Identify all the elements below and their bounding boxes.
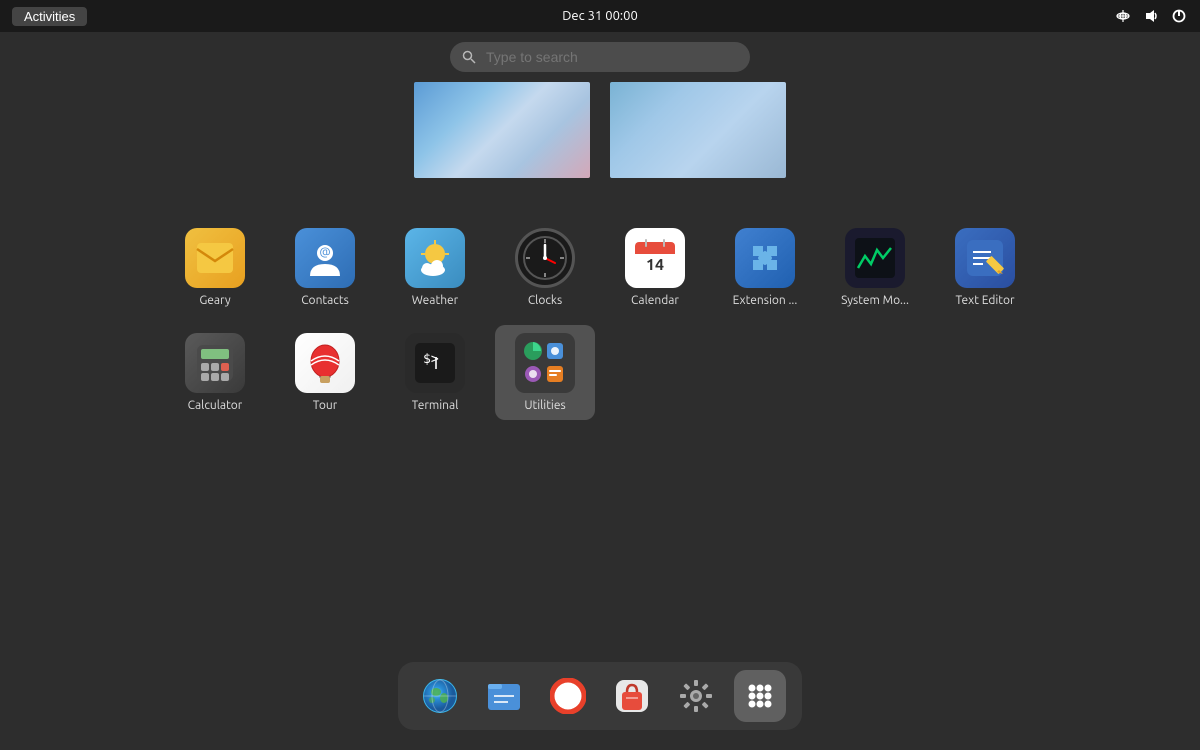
app-texteditor[interactable]: Text Editor [935,220,1035,315]
workspaces-area [412,80,788,180]
geary-icon [185,228,245,288]
app-calendar[interactable]: 14 Calendar [605,220,705,315]
activities-button[interactable]: Activities [12,7,87,26]
app-weather[interactable]: Weather [385,220,485,315]
geary-label: Geary [199,294,230,307]
top-bar: Activities Dec 31 00:00 [0,0,1200,32]
app-terminal[interactable]: $> Terminal [385,325,485,420]
app-sysmon[interactable]: System Mo... [825,220,925,315]
svg-text:@: @ [319,246,330,259]
workspace-2[interactable] [608,80,788,180]
tour-label: Tour [313,399,338,412]
terminal-label: Terminal [412,399,459,412]
sysmon-label: System Mo... [841,294,909,307]
dock-files[interactable] [478,670,530,722]
app-grid: Geary @ Contacts [160,220,1040,420]
texteditor-label: Text Editor [955,294,1014,307]
dock-software[interactable] [606,670,658,722]
search-input[interactable] [450,42,750,72]
texteditor-icon [955,228,1015,288]
app-calculator[interactable]: Calculator [165,325,265,420]
search-container [450,42,750,72]
extension-icon [735,228,795,288]
app-contacts[interactable]: @ Contacts [275,220,375,315]
system-icons [1114,7,1188,25]
contacts-label: Contacts [301,294,349,307]
dock [398,662,802,730]
utilities-label: Utilities [524,399,565,412]
dock-settings[interactable] [670,670,722,722]
calculator-label: Calculator [188,399,243,412]
network-icon[interactable] [1114,7,1132,25]
utilities-icon [515,333,575,393]
calendar-label: Calendar [631,294,679,307]
dock-help[interactable] [542,670,594,722]
contacts-icon: @ [295,228,355,288]
sysmon-icon [845,228,905,288]
clock: Dec 31 00:00 [562,9,638,23]
svg-text:14: 14 [646,256,664,274]
weather-label: Weather [412,294,458,307]
app-geary[interactable]: Geary [165,220,265,315]
power-icon[interactable] [1170,7,1188,25]
app-tour[interactable]: Tour [275,325,375,420]
tour-icon [295,333,355,393]
search-icon [462,50,476,64]
terminal-icon: $> [405,333,465,393]
calculator-icon [185,333,245,393]
sound-icon[interactable] [1142,7,1160,25]
dock-allapps[interactable] [734,670,786,722]
weather-icon [405,228,465,288]
app-utilities[interactable]: Utilities [495,325,595,420]
calendar-icon: 14 [625,228,685,288]
clocks-label: Clocks [528,294,562,307]
workspace-1[interactable] [412,80,592,180]
extensions-label: Extension ... [733,294,798,307]
app-extensions[interactable]: Extension ... [715,220,815,315]
dock-browser[interactable] [414,670,466,722]
app-clocks[interactable]: Clocks [495,220,595,315]
clocks-icon [515,228,575,288]
